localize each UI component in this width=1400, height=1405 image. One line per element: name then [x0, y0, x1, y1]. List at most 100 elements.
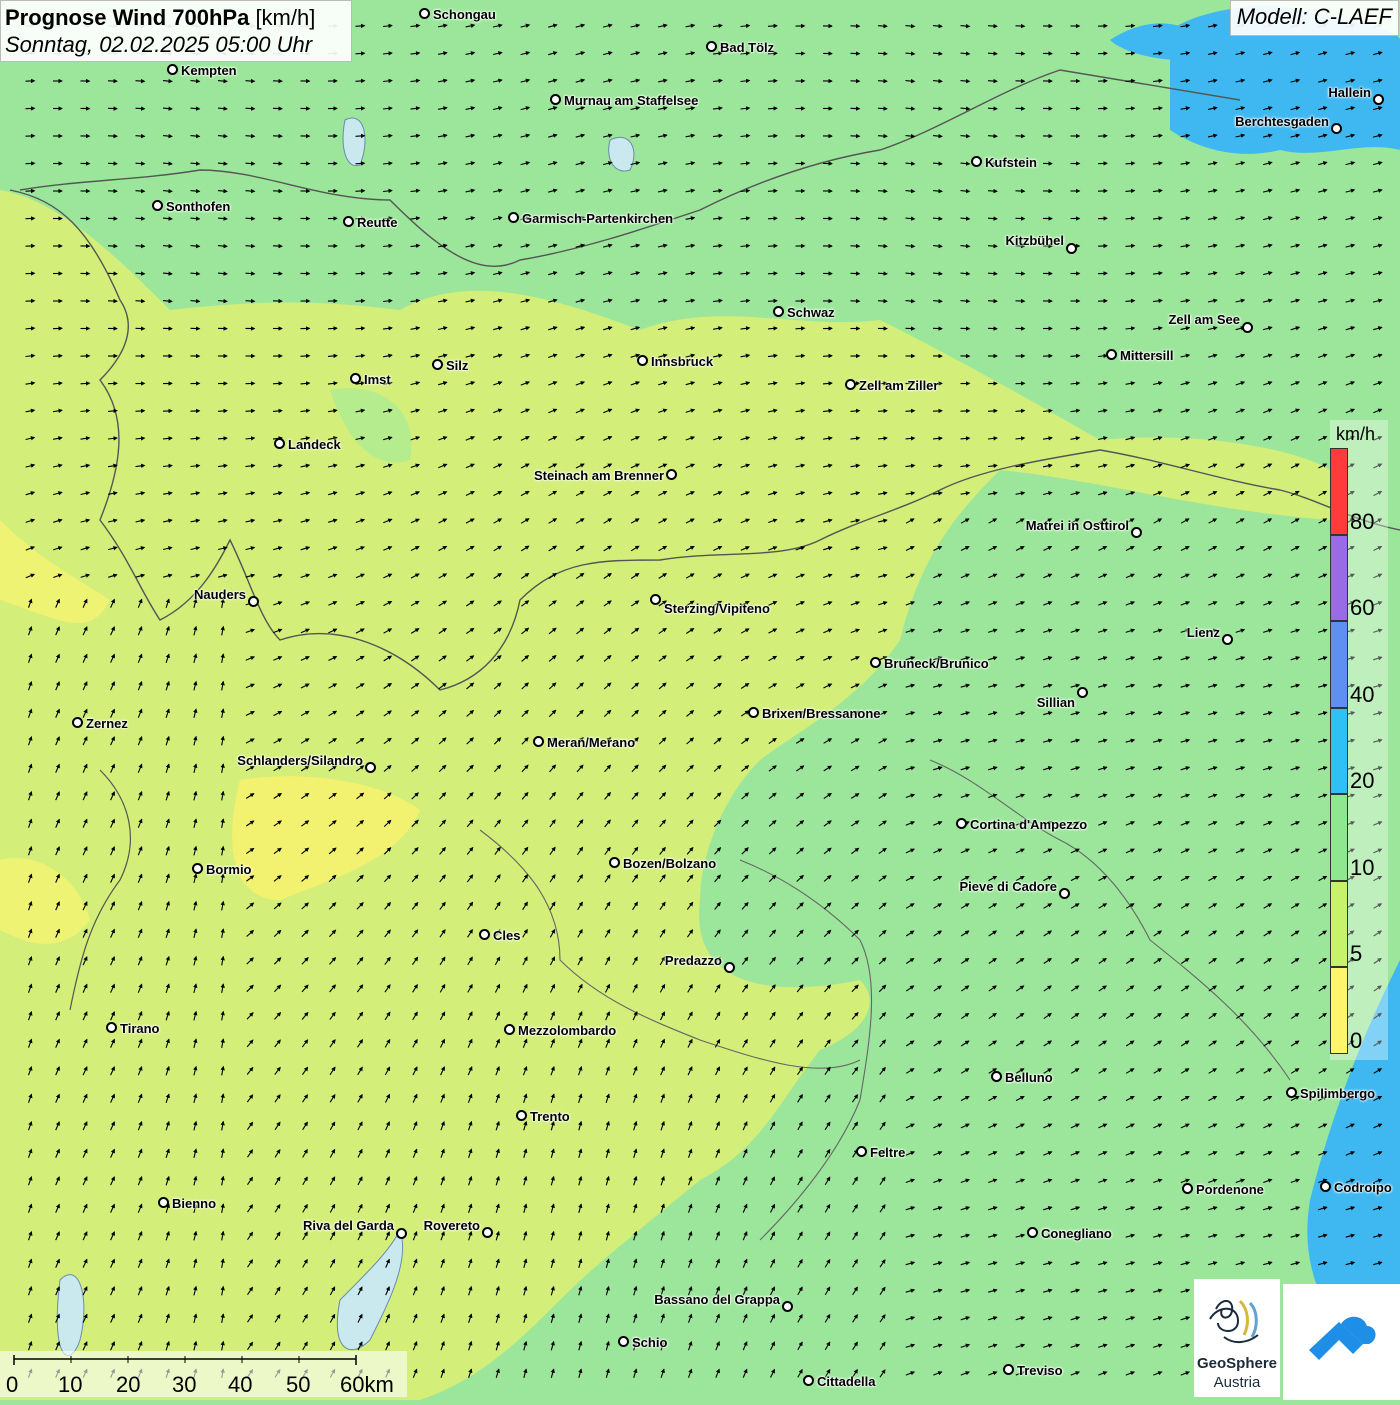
wind-arrow — [878, 108, 887, 109]
wind-arrow — [768, 218, 777, 219]
wind-arrow — [768, 301, 777, 302]
city-marker — [856, 1146, 867, 1157]
city-label: Kempten — [181, 63, 237, 78]
city-marker — [248, 596, 259, 607]
model-label: Modell: C-LAEF — [1230, 0, 1399, 36]
wind-arrow — [768, 136, 777, 137]
legend-color-segment — [1330, 535, 1348, 622]
legend-color-segment — [1330, 708, 1348, 795]
wind-arrow — [356, 273, 365, 274]
city-label: Innsbruck — [651, 354, 713, 369]
city-marker — [956, 818, 967, 829]
wind-arrow — [988, 273, 997, 274]
scale-tick-label: 60km — [340, 1372, 394, 1398]
city-label: Kitzbühel — [1006, 233, 1065, 248]
cloud-arrow-icon — [1283, 1284, 1400, 1400]
city-label: Sonthofen — [166, 199, 230, 214]
wind-arrow — [246, 301, 255, 302]
city-marker — [845, 379, 856, 390]
wind-arrow — [356, 53, 365, 54]
legend-color-segment — [1330, 881, 1348, 968]
wind-arrow — [301, 356, 310, 357]
city-label: Garmisch-Partenkirchen — [522, 211, 673, 226]
wind-arrow — [988, 301, 997, 302]
city-label: Berchtesgaden — [1235, 114, 1329, 129]
city-marker — [1003, 1364, 1014, 1375]
city-marker — [1182, 1183, 1193, 1194]
logo-text-geosphere: GeoSphere — [1194, 1355, 1280, 1372]
app-logo-button[interactable] — [1283, 1284, 1400, 1400]
city-marker — [1077, 687, 1088, 698]
city-label: Pordenone — [1196, 1182, 1264, 1197]
city-label: Murnau am Staffelsee — [564, 93, 698, 108]
city-marker — [609, 857, 620, 868]
city-marker — [350, 373, 361, 384]
city-marker — [1242, 322, 1253, 333]
wind-arrow — [273, 383, 282, 384]
legend-tick-label: 80 — [1350, 509, 1374, 535]
city-marker — [724, 962, 735, 973]
city-marker — [533, 736, 544, 747]
city-marker — [419, 8, 430, 19]
city-label: Belluno — [1005, 1070, 1053, 1085]
logo-text-austria: Austria — [1194, 1374, 1280, 1391]
city-marker — [482, 1227, 493, 1238]
city-marker — [1286, 1087, 1297, 1098]
wind-arrow — [246, 81, 255, 82]
city-label: Zernez — [86, 716, 128, 731]
wind-arrow — [878, 81, 887, 82]
city-label: Sterzing/Vipiteno — [664, 601, 770, 616]
city-label: Mittersill — [1120, 348, 1173, 363]
lake — [343, 118, 365, 166]
wind-arrow — [878, 53, 887, 54]
city-marker — [550, 94, 561, 105]
legend-unit: km/h — [1336, 424, 1375, 445]
city-marker — [343, 216, 354, 227]
wind-arrow — [988, 191, 997, 192]
wind-arrow — [136, 81, 145, 82]
scale-tick-label: 50 — [286, 1372, 310, 1398]
city-label: Steinach am Brenner — [534, 468, 664, 483]
wind-arrow — [246, 108, 255, 109]
city-marker — [748, 707, 759, 718]
wind-arrow — [136, 411, 145, 412]
wind-arrow — [823, 356, 832, 357]
legend-tick-label: 60 — [1350, 595, 1374, 621]
wind-arrow — [768, 26, 777, 27]
wind-arrow — [878, 301, 887, 302]
city-label: Bruneck/Brunico — [884, 656, 989, 671]
city-marker — [1059, 888, 1070, 899]
wind-arrow — [136, 273, 145, 274]
city-marker — [1320, 1181, 1331, 1192]
wind-arrow — [988, 108, 997, 109]
city-marker — [782, 1301, 793, 1312]
city-marker — [192, 863, 203, 874]
legend-tick-label: 20 — [1350, 768, 1374, 794]
city-marker — [274, 438, 285, 449]
wind-arrow — [246, 273, 255, 274]
legend-color-segment — [1330, 621, 1348, 708]
wind-arrow — [878, 136, 887, 137]
legend-color-segment — [1330, 448, 1348, 535]
wind-arrow — [246, 411, 255, 412]
city-label: Pieve di Cadore — [959, 879, 1057, 894]
city-marker — [650, 594, 661, 605]
city-label: Riva del Garda — [303, 1218, 394, 1233]
city-marker — [1222, 634, 1233, 645]
title-unit: [km/h] — [255, 5, 315, 30]
city-marker — [396, 1228, 407, 1239]
geosphere-mark-icon — [1194, 1279, 1280, 1359]
scale-tick-label: 30 — [172, 1372, 196, 1398]
city-label: Lienz — [1187, 625, 1220, 640]
legend-color-segment — [1330, 967, 1348, 1054]
city-label: Bormio — [206, 862, 252, 877]
legend-color-segment — [1330, 794, 1348, 881]
wind-arrow — [988, 411, 997, 412]
city-label: Schio — [632, 1335, 667, 1350]
wind-arrow — [768, 191, 777, 192]
legend-tick-label: 10 — [1350, 855, 1374, 881]
scale-tick-label: 20 — [116, 1372, 140, 1398]
wind-arrow — [768, 273, 777, 274]
wind-arrow — [136, 191, 145, 192]
wind-arrow — [356, 108, 365, 109]
